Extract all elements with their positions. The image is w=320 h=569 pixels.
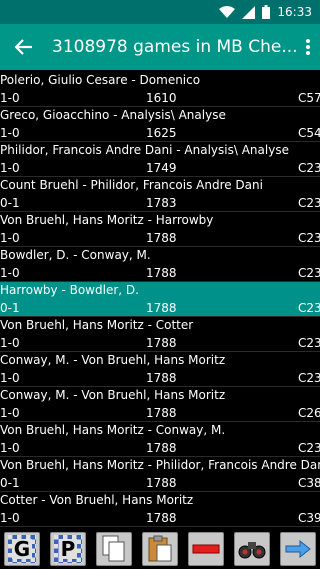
game-elo: 1788 bbox=[146, 266, 177, 280]
arrow-right-icon bbox=[285, 539, 311, 559]
game-eco: C23 bbox=[298, 441, 320, 455]
game-row[interactable]: Polerio, Giulio Cesare - Domenico 1-0 1610… bbox=[0, 72, 320, 107]
game-row[interactable]: Greco, Gioacchino - Analysis\ Analyse 1-0… bbox=[0, 107, 320, 142]
game-eco: C26 bbox=[298, 406, 320, 420]
g-label: G bbox=[11, 537, 33, 561]
game-elo: 1788 bbox=[146, 406, 177, 420]
copy-icon bbox=[102, 535, 125, 562]
game-elo: 1788 bbox=[146, 476, 177, 490]
game-elo: 1788 bbox=[146, 371, 177, 385]
game-eco: C23 bbox=[298, 336, 320, 350]
game-row[interactable]: Bowdler, D. - Conway, M. 1-0 1788 C23 bbox=[0, 247, 320, 282]
game-result: 0-1 bbox=[0, 301, 20, 315]
game-eco: C23 bbox=[298, 161, 320, 175]
page-title: 3108978 games in MB Che... bbox=[52, 37, 296, 57]
app-bar: 3108978 games in MB Che... bbox=[0, 24, 320, 70]
game-row[interactable]: Von Bruehl, Hans Moritz - Cotter 1-0 1788 C… bbox=[0, 317, 320, 352]
game-eco: C23 bbox=[298, 231, 320, 245]
game-elo: 1788 bbox=[146, 231, 177, 245]
game-row[interactable]: Conway, M. - Von Bruehl, Hans Moritz 1-0 1… bbox=[0, 387, 320, 422]
game-result: 1-0 bbox=[0, 231, 20, 245]
back-button[interactable] bbox=[0, 24, 48, 70]
game-row[interactable]: Philidor, Francois Andre Dani - Analysis… bbox=[0, 142, 320, 177]
chessboard-p-icon: P bbox=[54, 535, 82, 563]
binoculars-icon bbox=[238, 542, 266, 559]
game-players: Philidor, Francois Andre Dani - Analysis… bbox=[0, 143, 289, 157]
game-result: 1-0 bbox=[0, 91, 20, 105]
paste-button[interactable] bbox=[142, 532, 178, 566]
more-vert-icon bbox=[306, 39, 310, 55]
game-players: Von Bruehl, Hans Moritz - Harrowby bbox=[0, 213, 214, 227]
overflow-menu-button[interactable] bbox=[296, 24, 320, 70]
game-players: Conway, M. - Von Bruehl, Hans Moritz bbox=[0, 388, 226, 402]
game-result: 1-0 bbox=[0, 511, 20, 525]
game-elo: 1625 bbox=[146, 126, 177, 140]
game-result: 1-0 bbox=[0, 441, 20, 455]
position-button[interactable]: P bbox=[50, 532, 86, 566]
game-elo: 1788 bbox=[146, 336, 177, 350]
game-players: Conway, M. - Von Bruehl, Hans Moritz bbox=[0, 353, 226, 367]
game-elo: 1788 bbox=[146, 511, 177, 525]
game-row[interactable]: Von Bruehl, Hans Moritz - Harrowby 1-0 178… bbox=[0, 212, 320, 247]
game-result: 1-0 bbox=[0, 371, 20, 385]
engine-button[interactable] bbox=[234, 532, 270, 566]
battery-icon bbox=[262, 5, 271, 19]
game-players: Cotter - Von Bruehl, Hans Moritz bbox=[0, 493, 194, 507]
status-time: 16:33 bbox=[277, 5, 312, 19]
game-row[interactable]: Harrowby - Bowdler, D. 0-1 1788 C23 bbox=[0, 282, 320, 317]
game-result: 1-0 bbox=[0, 126, 20, 140]
copy-button[interactable] bbox=[96, 532, 132, 566]
game-elo: 1788 bbox=[146, 441, 177, 455]
game-eco: C23 bbox=[298, 266, 320, 280]
game-players: Harrowby - Bowdler, D. bbox=[0, 283, 139, 297]
game-eco: C23 bbox=[298, 196, 320, 210]
delete-button[interactable] bbox=[188, 532, 224, 566]
p-label: P bbox=[58, 537, 78, 561]
game-result: 1-0 bbox=[0, 161, 20, 175]
game-eco: C23 bbox=[298, 301, 320, 315]
game-players: Greco, Gioacchino - Analysis\ Analyse bbox=[0, 108, 226, 122]
game-result: 0-1 bbox=[0, 196, 20, 210]
minus-icon bbox=[192, 544, 220, 554]
game-players: Bowdler, D. - Conway, M. bbox=[0, 248, 151, 262]
game-row[interactable]: Von Bruehl, Hans Moritz - Philidor, Fran… bbox=[0, 457, 320, 492]
game-players: Von Bruehl, Hans Moritz - Conway, M. bbox=[0, 423, 226, 437]
game-eco: C23 bbox=[298, 371, 320, 385]
game-list[interactable]: Polerio, Giulio Cesare - Domenico 1-0 1610… bbox=[0, 72, 320, 528]
game-result: 1-0 bbox=[0, 406, 20, 420]
game-elo: 1783 bbox=[146, 196, 177, 210]
game-elo: 1610 bbox=[146, 91, 177, 105]
game-players: Polerio, Giulio Cesare - Domenico bbox=[0, 73, 201, 87]
status-bar: 16:33 bbox=[0, 0, 320, 24]
game-players: Von Bruehl, Hans Moritz - Cotter bbox=[0, 318, 194, 332]
game-eco: C54 bbox=[298, 126, 320, 140]
game-eco: C57 bbox=[298, 91, 320, 105]
signal-icon bbox=[242, 5, 256, 19]
game-players: Von Bruehl, Hans Moritz - Philidor, Fran… bbox=[0, 458, 320, 472]
game-result: 1-0 bbox=[0, 266, 20, 280]
chessboard-g-icon: G bbox=[8, 535, 36, 563]
game-result: 0-1 bbox=[0, 476, 20, 490]
game-result: 1-0 bbox=[0, 336, 20, 350]
game-row[interactable]: Count Bruehl - Philidor, Francois Andre … bbox=[0, 177, 320, 212]
game-row[interactable]: Cotter - Von Bruehl, Hans Moritz 1-0 1788 C… bbox=[0, 492, 320, 527]
bottom-toolbar: G P bbox=[0, 529, 320, 569]
game-button[interactable]: G bbox=[4, 532, 40, 566]
game-eco: C39 bbox=[298, 511, 320, 525]
game-row[interactable]: Von Bruehl, Hans Moritz - Conway, M. 1-0 1… bbox=[0, 422, 320, 457]
wifi-icon bbox=[219, 5, 236, 19]
game-elo: 1749 bbox=[146, 161, 177, 175]
back-arrow-icon bbox=[15, 39, 32, 55]
clipboard-icon bbox=[148, 535, 172, 562]
game-players: Count Bruehl - Philidor, Francois Andre … bbox=[0, 178, 263, 192]
game-elo: 1788 bbox=[146, 301, 177, 315]
next-button[interactable] bbox=[280, 532, 316, 566]
game-eco: C38 bbox=[298, 476, 320, 490]
game-row[interactable]: Conway, M. - Von Bruehl, Hans Moritz 1-0 1… bbox=[0, 352, 320, 387]
